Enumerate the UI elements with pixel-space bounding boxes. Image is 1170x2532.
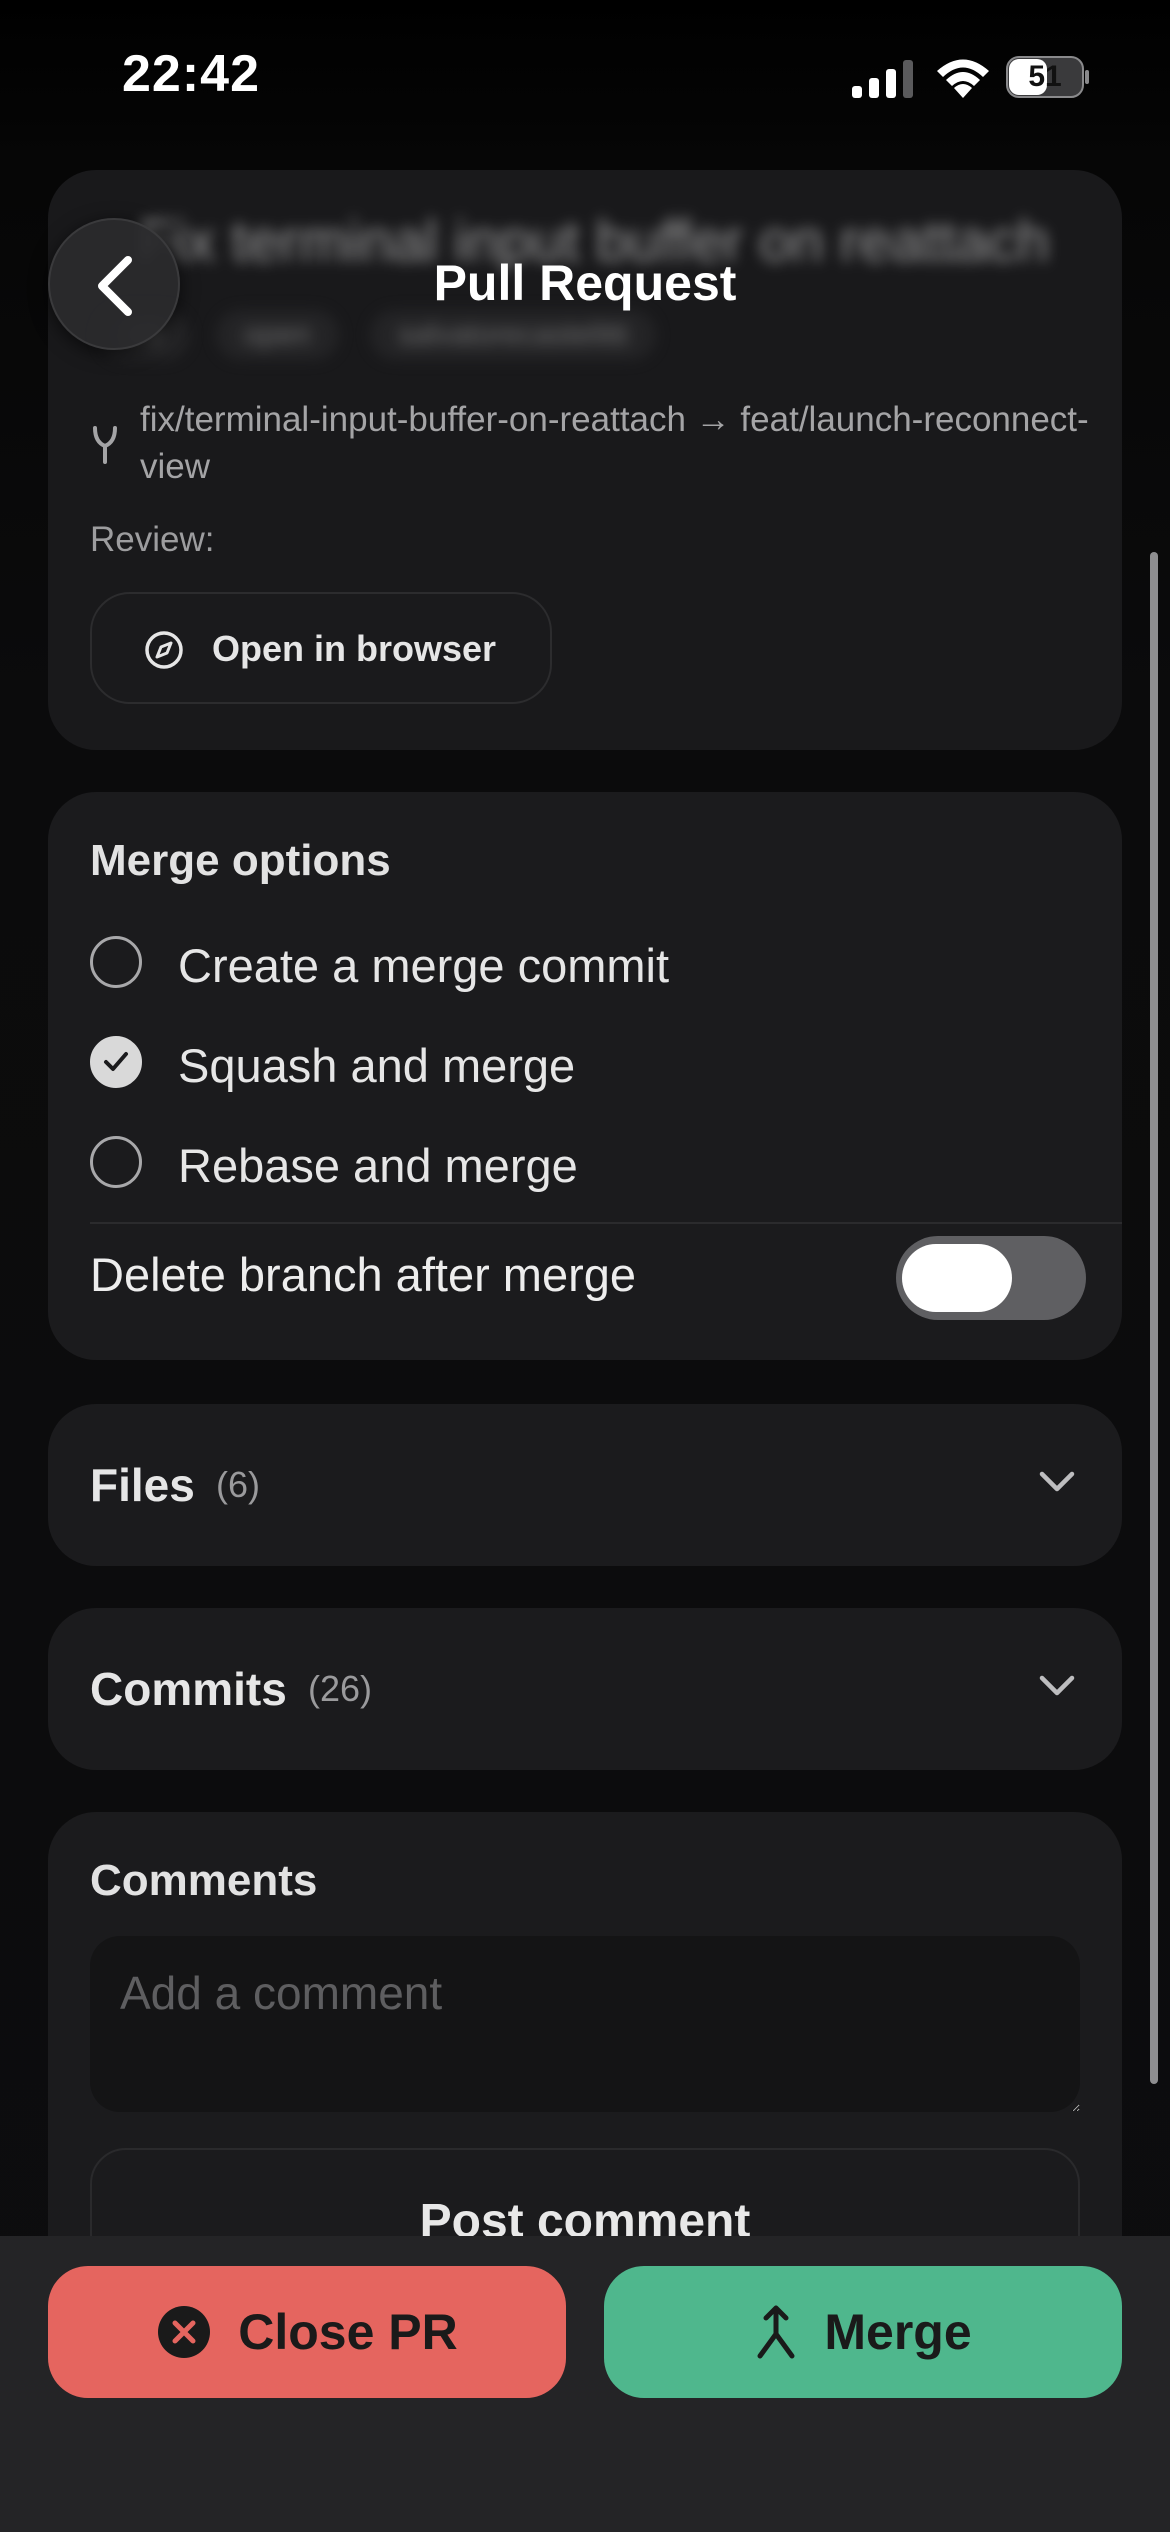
merge-option-rebase[interactable]: Rebase and merge bbox=[90, 1122, 1090, 1202]
close-pr-label: Close PR bbox=[238, 2304, 458, 2360]
pull-request-screen: 22:42 51 Fix terminal input buffer on re… bbox=[0, 0, 1170, 2532]
compass-icon bbox=[145, 631, 183, 669]
battery-level: 51 bbox=[1028, 60, 1062, 93]
branch-info: fix/terminal-input-buffer-on-reattach → … bbox=[140, 400, 1089, 486]
radio-merge-commit[interactable] bbox=[90, 936, 142, 988]
files-count: (6) bbox=[216, 1464, 260, 1505]
status-bar: 22:42 51 bbox=[0, 0, 1170, 150]
close-pr-button[interactable]: Close PR bbox=[48, 2266, 566, 2398]
commits-section[interactable]: Commits (26) bbox=[48, 1608, 1122, 1770]
comment-input[interactable] bbox=[90, 1936, 1080, 2112]
check-icon bbox=[104, 1052, 128, 1071]
chevron-down-icon bbox=[1039, 1471, 1075, 1492]
review-label: Review: bbox=[90, 520, 215, 559]
divider bbox=[90, 1222, 1122, 1224]
merge-label: Merge bbox=[824, 2304, 972, 2360]
merge-options-title: Merge options bbox=[90, 836, 391, 885]
commits-title: Commits bbox=[90, 1663, 287, 1715]
merge-icon bbox=[757, 2305, 795, 2359]
signal-icon bbox=[852, 60, 913, 98]
nav-title: Pull Request bbox=[433, 255, 737, 311]
pr-state-pill: open bbox=[216, 310, 339, 360]
merge-button[interactable]: Merge bbox=[604, 2266, 1122, 2398]
scrollbar[interactable] bbox=[1150, 552, 1158, 2084]
merge-options-card: Merge options Create a merge commit Squa… bbox=[48, 792, 1122, 1360]
wifi-icon bbox=[937, 59, 989, 98]
merge-option-merge-commit[interactable]: Create a merge commit bbox=[90, 922, 1090, 1002]
files-section[interactable]: Files (6) bbox=[48, 1404, 1122, 1566]
option-label: Rebase and merge bbox=[178, 1139, 578, 1192]
delete-branch-toggle[interactable] bbox=[896, 1236, 1086, 1320]
merge-option-squash[interactable]: Squash and merge bbox=[90, 1022, 1090, 1102]
comments-title: Comments bbox=[90, 1856, 318, 1905]
option-label: Create a merge commit bbox=[178, 939, 670, 992]
open-in-browser-button[interactable]: Open in browser bbox=[90, 592, 552, 704]
delete-branch-label: Delete branch after merge bbox=[90, 1248, 637, 1301]
toggle-knob bbox=[902, 1244, 1012, 1312]
option-label: Squash and merge bbox=[178, 1039, 576, 1092]
chevron-down-icon bbox=[1039, 1675, 1075, 1696]
commits-count: (26) bbox=[308, 1668, 373, 1709]
bottom-action-bar: Close PR Merge bbox=[0, 2236, 1170, 2532]
branch-icon bbox=[93, 426, 117, 464]
files-title: Files bbox=[90, 1459, 195, 1511]
open-in-browser-label: Open in browser bbox=[212, 628, 497, 669]
x-circle-icon bbox=[158, 2306, 211, 2358]
pr-author-pill: salvatorecastelitti bbox=[370, 310, 657, 360]
radio-squash[interactable] bbox=[90, 1036, 142, 1088]
radio-rebase[interactable] bbox=[90, 1136, 142, 1188]
status-time: 22:42 bbox=[122, 45, 260, 103]
